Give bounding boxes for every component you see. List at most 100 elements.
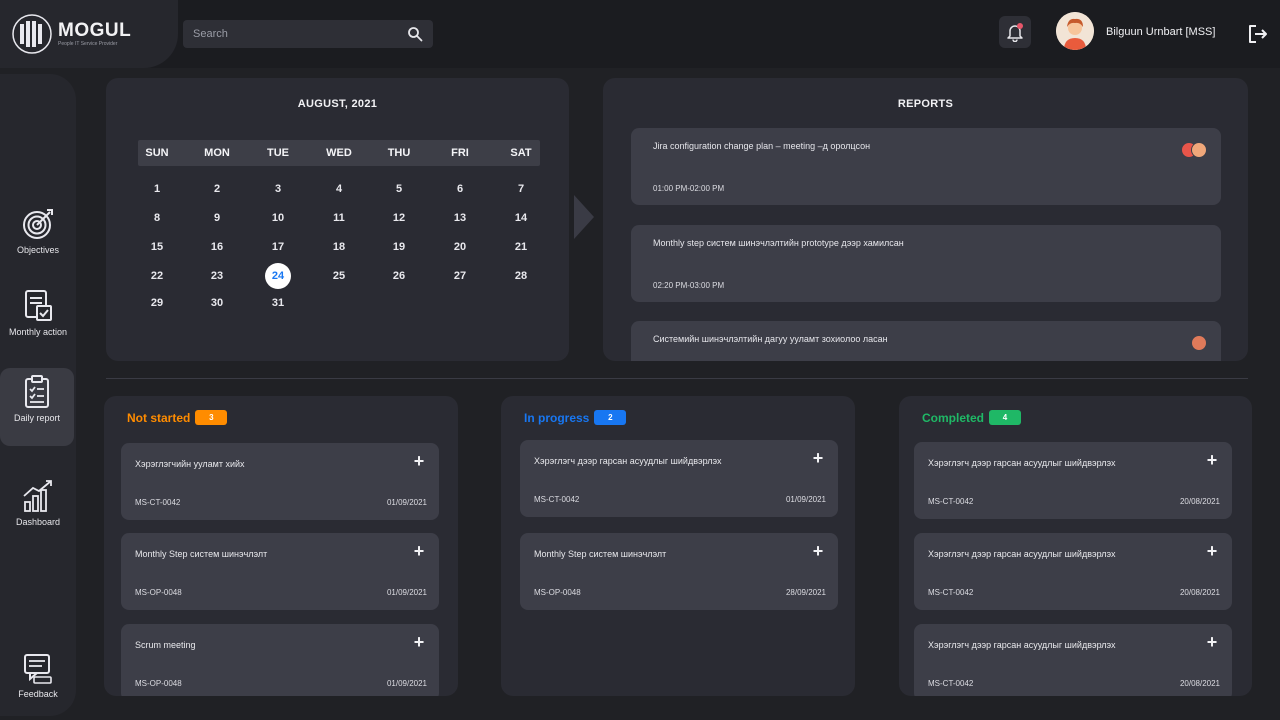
calendar-day[interactable]: 8 [137,208,177,228]
add-icon[interactable]: + [810,542,826,560]
report-card[interactable]: Monthly step систем шинэчлэлтийн prototy… [631,225,1221,302]
report-participants [1181,142,1207,158]
task-title: Хэрэглэгч дээр гарсан асуудлыг шийдвэрлэ… [534,456,722,466]
task-title: Monthly Step систем шинэчлэлт [534,549,667,559]
task-date: 01/09/2021 [386,588,427,597]
task-code: MS-CT-0042 [534,495,580,504]
task-code: MS-CT-0042 [928,679,974,688]
task-card[interactable]: Хэрэглэгч дээр гарсан асуудлыг шийдвэрлэ… [914,624,1232,696]
calendar-day[interactable]: 18 [319,237,359,257]
calendar-day-selected[interactable]: 24 [265,263,291,289]
calendar-day[interactable]: 3 [258,179,298,199]
sidebar-item-dashboard[interactable]: Dashboard [0,478,76,527]
task-date: 01/09/2021 [386,679,427,688]
task-card[interactable]: Хэрэглэгчийн ууламт хийх + MS-CT-0042 01… [121,443,439,520]
calendar-day[interactable]: 11 [319,208,359,228]
report-card[interactable]: Системийн шинэчлэлтийн дагуу ууламт зохи… [631,321,1221,361]
calendar-day[interactable]: 29 [137,293,177,313]
task-card[interactable]: Хэрэглэгч дээр гарсан асуудлыг шийдвэрлэ… [520,440,838,517]
report-title: Monthly step систем шинэчлэлтийн prototy… [653,238,904,248]
calendar-day[interactable]: 26 [379,266,419,286]
calendar-day[interactable]: 10 [258,208,298,228]
task-title: Хэрэглэгчийн ууламт хийх [135,459,245,469]
task-card[interactable]: Scrum meeting + MS-OP-0048 01/09/2021 [121,624,439,696]
add-icon[interactable]: + [1204,451,1220,469]
user-avatar[interactable] [1056,12,1094,50]
search-input[interactable] [193,28,407,40]
task-title: Хэрэглэгч дээр гарсан асуудлыг шийдвэрлэ… [928,458,1116,468]
task-title: Monthly Step систем шинэчлэлт [135,549,268,559]
task-date: 01/09/2021 [386,498,427,507]
document-icon [25,290,52,321]
add-icon[interactable]: + [1204,633,1220,651]
column-title: Completed [922,410,985,425]
add-icon[interactable]: + [411,633,427,651]
calendar-day[interactable]: 17 [258,237,298,257]
calendar-day[interactable]: 7 [501,179,541,199]
add-icon[interactable]: + [1204,542,1220,560]
participant-avatar [1191,335,1207,351]
participant-avatar [1191,142,1207,158]
calendar-day[interactable]: 28 [501,266,541,286]
calendar-day[interactable]: 20 [440,237,480,257]
add-icon[interactable]: + [411,452,427,470]
task-code: MS-CT-0042 [928,497,974,506]
calendar-day[interactable]: 1 [137,179,177,199]
logout-button[interactable] [1244,20,1272,48]
sidebar-item-monthly-action[interactable]: Monthly action [0,288,76,337]
task-card[interactable]: Monthly Step систем шинэчлэлт + MS-OP-00… [520,533,838,610]
weekday-label: FRI [451,147,469,159]
calendar-day[interactable]: 21 [501,237,541,257]
calendar-day[interactable]: 31 [258,293,298,313]
column-completed: Completed 4 Хэрэглэгч дээр гарсан асуудл… [899,396,1252,696]
task-card[interactable]: Хэрэглэгч дээр гарсан асуудлыг шийдвэрлэ… [914,533,1232,610]
task-code: MS-CT-0042 [928,588,974,597]
calendar-day[interactable]: 23 [197,266,237,286]
calendar-day[interactable]: 27 [440,266,480,286]
report-card[interactable]: Jira configuration change plan – meeting… [631,128,1221,205]
calendar-day[interactable]: 2 [197,179,237,199]
logout-icon [1249,25,1267,43]
task-code: MS-OP-0048 [135,588,182,597]
calendar-day[interactable]: 30 [197,293,237,313]
task-title: Scrum meeting [135,640,196,650]
sidebar-item-daily-report[interactable]: Daily report [0,368,74,446]
report-time: 01:00 PM-02:00 PM [653,184,725,193]
sidebar-item-label: Objectives [16,245,60,255]
task-code: MS-OP-0048 [534,588,581,597]
sidebar-item-objectives[interactable]: Objectives [0,206,76,255]
user-name[interactable]: Bilguun Urnbart [MSS] [1106,26,1215,38]
calendar-day[interactable]: 9 [197,208,237,228]
search-icon[interactable] [407,26,423,42]
calendar-day[interactable]: 15 [137,237,177,257]
report-participants [1191,335,1207,351]
column-not-started: Not started 3 Хэрэглэгчийн ууламт хийх +… [104,396,458,696]
panel-arrow [574,195,594,239]
count-badge: 4 [989,410,1022,425]
task-card[interactable]: Monthly Step систем шинэчлэлт + MS-OP-00… [121,533,439,610]
calendar-day[interactable]: 16 [197,237,237,257]
calendar-day[interactable]: 19 [379,237,419,257]
sidebar-item-label: Feedback [18,689,58,699]
add-icon[interactable]: + [411,542,427,560]
logo[interactable]: MOGUL People IT Service Provider [0,0,178,68]
sidebar-item-label: Monthly action [8,327,68,337]
calendar-day[interactable]: 13 [440,208,480,228]
calendar-day[interactable]: 14 [501,208,541,228]
feedback-icon [24,654,52,684]
calendar-day[interactable]: 5 [379,179,419,199]
calendar-day[interactable]: 6 [440,179,480,199]
calendar-day[interactable]: 12 [379,208,419,228]
report-title: Системийн шинэчлэлтийн дагуу ууламт зохи… [653,334,888,344]
weekday-label: SAT [510,147,532,159]
search-bar [183,20,433,48]
sidebar-item-feedback[interactable]: Feedback [0,650,76,699]
add-icon[interactable]: + [810,449,826,467]
target-icon [23,209,53,239]
calendar-day[interactable]: 4 [319,179,359,199]
calendar-day[interactable]: 22 [137,266,177,286]
sidebar-item-label: Dashboard [15,517,61,527]
notifications-button[interactable] [999,16,1031,48]
calendar-day[interactable]: 25 [319,266,359,286]
task-card[interactable]: Хэрэглэгч дээр гарсан асуудлыг шийдвэрлэ… [914,442,1232,519]
